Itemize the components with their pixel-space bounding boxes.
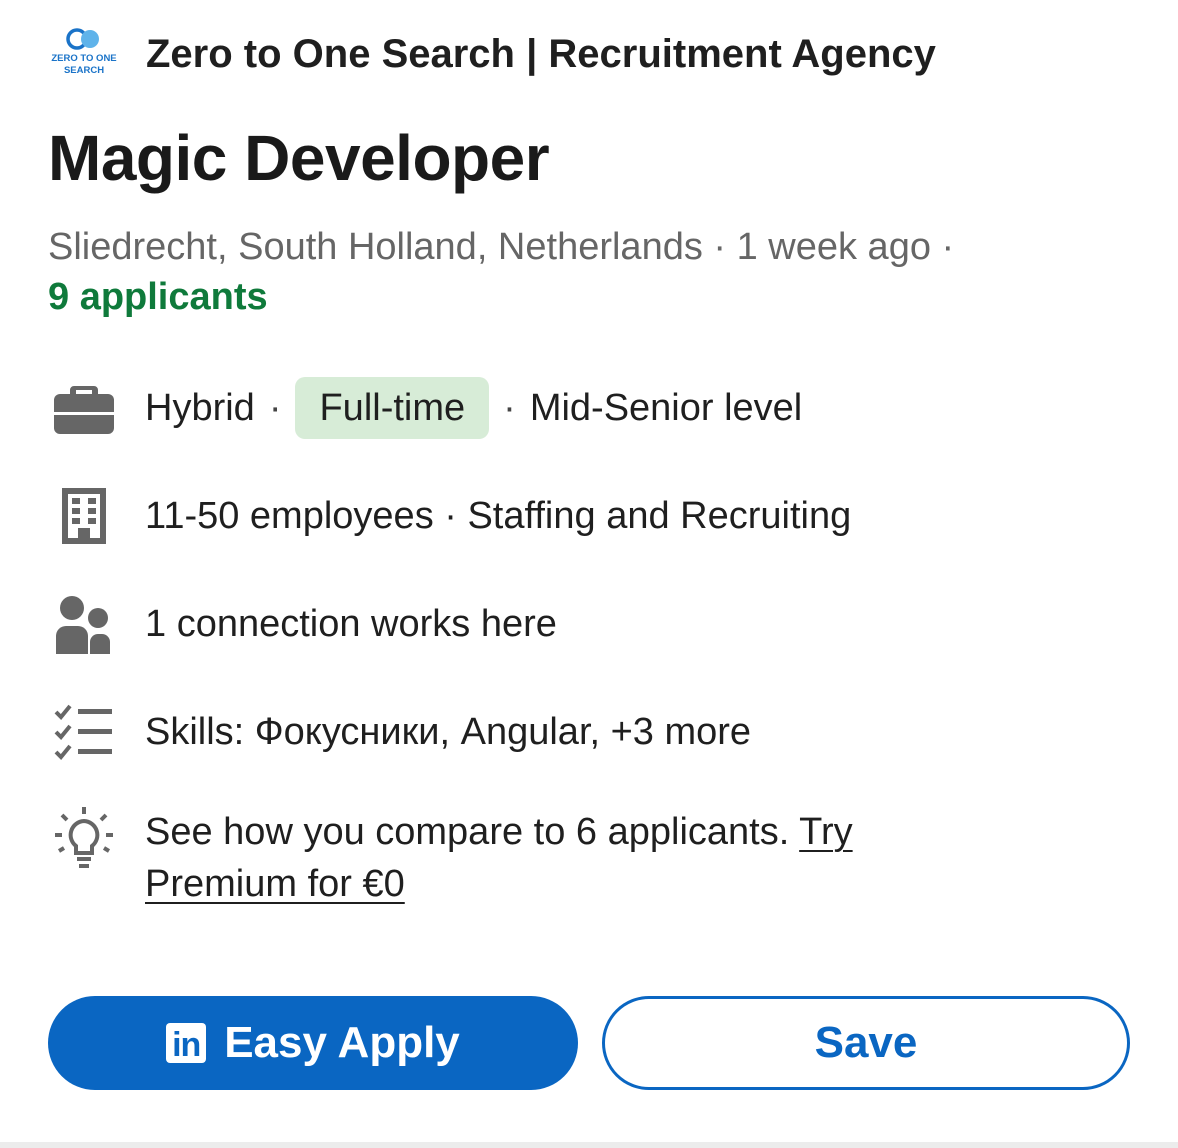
seniority-level: Mid-Senior level xyxy=(529,387,803,429)
lightbulb-icon xyxy=(48,804,120,876)
checklist-icon xyxy=(48,696,120,768)
building-icon xyxy=(48,480,120,552)
compare-text: See how you compare to 6 applicants. Try… xyxy=(145,806,985,910)
save-button[interactable]: Save xyxy=(602,996,1130,1090)
company-logo-text-2: SEARCH xyxy=(64,65,104,76)
job-title: Magic Developer xyxy=(48,122,550,194)
save-label: Save xyxy=(814,1018,918,1067)
compare-applicants-text: See how you compare to 6 applicants. xyxy=(145,811,790,853)
easy-apply-button[interactable]: in Easy Apply xyxy=(48,996,578,1090)
company-logo-text-1: ZERO TO ONE xyxy=(51,53,116,64)
linkedin-icon: in xyxy=(166,1023,207,1064)
people-icon xyxy=(48,588,120,660)
job-meta: Sliedrecht, South Holland, Netherlands ·… xyxy=(48,226,955,268)
skills-text[interactable]: Skills: Фокусники, Angular, +3 more xyxy=(145,706,751,758)
workplace-type: Hybrid xyxy=(145,387,255,429)
linkedin-icon-text: in xyxy=(172,1026,201,1064)
company-size-text: 11-50 employees · Staffing and Recruitin… xyxy=(145,495,852,537)
separator-dot: · xyxy=(503,387,516,429)
easy-apply-label: Easy Apply xyxy=(224,1018,460,1067)
separator-dot: · xyxy=(268,387,282,429)
divider xyxy=(0,1142,1178,1148)
connections-text[interactable]: 1 connection works here xyxy=(145,598,557,650)
job-type-text: Hybrid · Full-time · Mid-Senior level xyxy=(145,377,803,439)
company-name[interactable]: Zero to One Search | Recruitment Agency xyxy=(146,28,936,80)
applicant-count: 9 applicants xyxy=(48,276,268,318)
company-header[interactable]: ZERO TO ONE SEARCH xyxy=(48,26,120,82)
company-logo[interactable]: ZERO TO ONE SEARCH xyxy=(48,26,120,82)
employment-type-badge: Full-time xyxy=(295,377,490,439)
briefcase-icon xyxy=(48,372,120,444)
